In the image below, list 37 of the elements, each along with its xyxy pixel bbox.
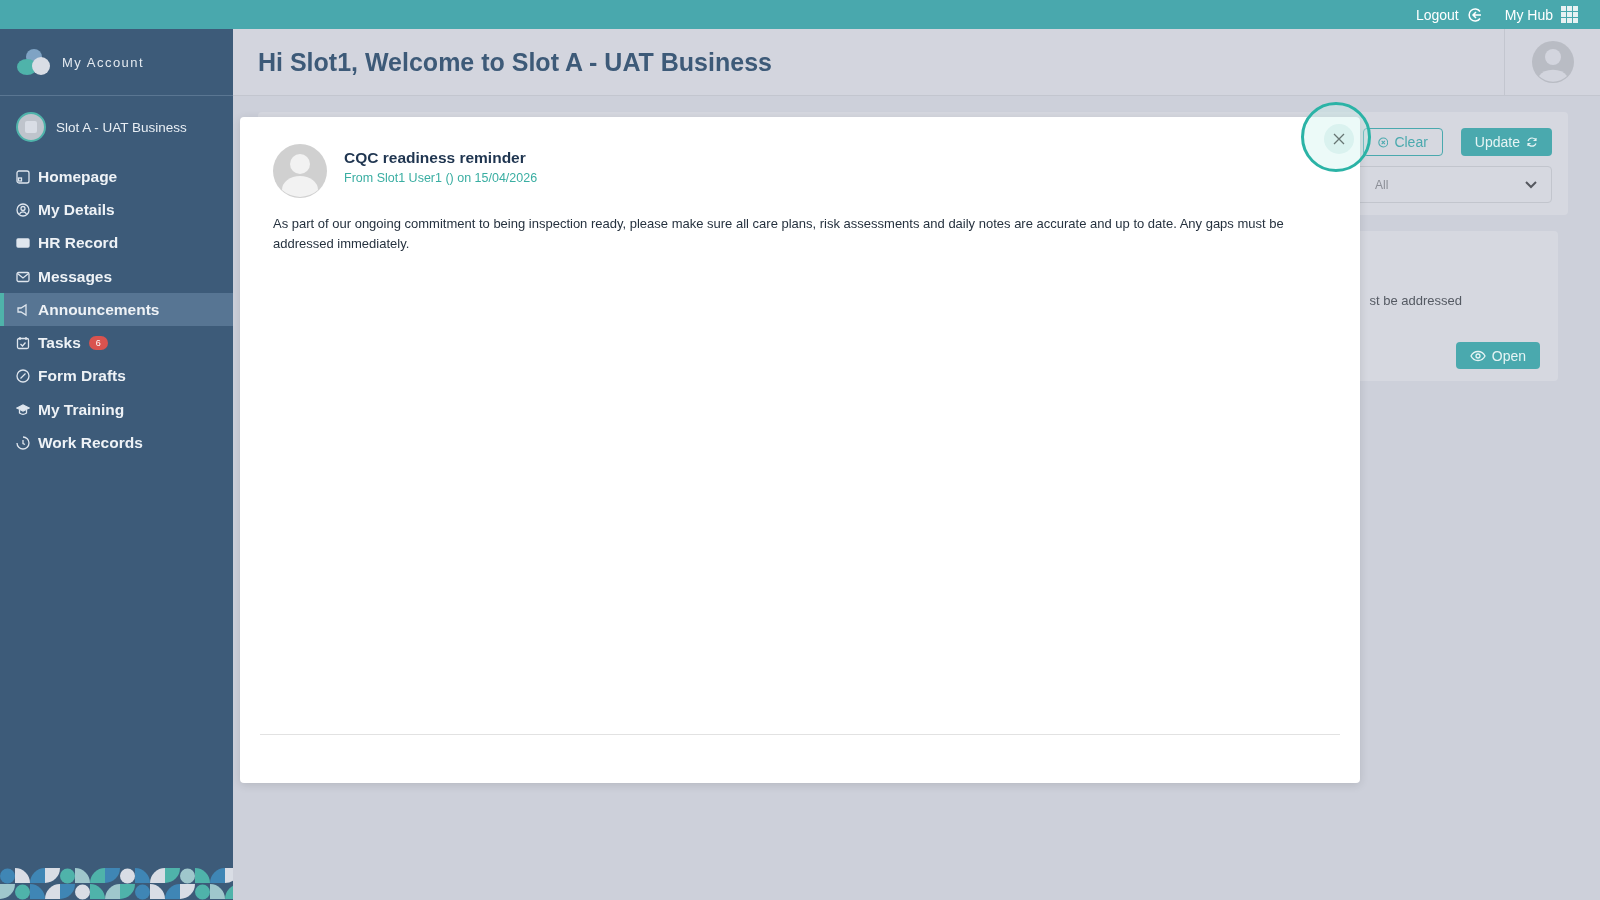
- nav-item[interactable]: Tasks 6: [0, 326, 233, 360]
- announcement-excerpt: st be addressed: [1369, 293, 1463, 308]
- announcement-meta: From Slot1 User1 () on 15/04/2026: [344, 171, 538, 185]
- task-count-badge: 6: [88, 336, 108, 351]
- grid-icon: [1561, 6, 1578, 23]
- graduation-cap-icon: [16, 402, 30, 417]
- business-name[interactable]: Slot A - UAT Business: [56, 119, 187, 135]
- edit-icon: [16, 369, 30, 384]
- business-avatar-icon: [16, 112, 46, 142]
- refresh-icon: [1526, 136, 1538, 148]
- nav-item[interactable]: Messages: [0, 259, 233, 294]
- nav-item[interactable]: Announcements: [0, 293, 233, 327]
- megaphone-icon: [16, 302, 30, 317]
- brand-title: My Account: [62, 54, 145, 70]
- cloud-logo-icon: [16, 48, 52, 76]
- calendar-icon: [16, 336, 30, 351]
- nav-item[interactable]: Work Records: [0, 426, 233, 460]
- home-icon: [16, 169, 30, 184]
- mail-icon: [16, 269, 30, 284]
- announcement-title: CQC readiness reminder: [344, 149, 527, 167]
- nav-item[interactable]: My Details: [0, 193, 233, 227]
- close-button[interactable]: [1324, 124, 1354, 154]
- clear-icon: [1377, 135, 1389, 149]
- announcement-body: As part of our ongoing commitment to being inspection ready, please make sure all care plans, risk assessments and daily notes are accurate and up to date. Any gaps must be addressed immediately.: [273, 215, 1285, 253]
- nav-item[interactable]: My Training: [0, 393, 233, 427]
- nav-item[interactable]: Homepage: [0, 160, 233, 194]
- nav-item[interactable]: HR Record: [0, 226, 233, 260]
- clock-icon: [16, 436, 30, 450]
- eye-icon: [1469, 349, 1486, 362]
- user-icon: [16, 202, 30, 217]
- welcome-heading: Hi Slot1, Welcome to Slot A - UAT Business: [257, 47, 773, 77]
- nav-item[interactable]: Form Drafts: [0, 359, 233, 394]
- close-icon: [1333, 133, 1345, 145]
- chevron-down-icon: [1525, 180, 1537, 189]
- id-card-icon: [16, 236, 30, 251]
- avatar-icon: [273, 144, 327, 198]
- logout-icon: [1466, 6, 1483, 23]
